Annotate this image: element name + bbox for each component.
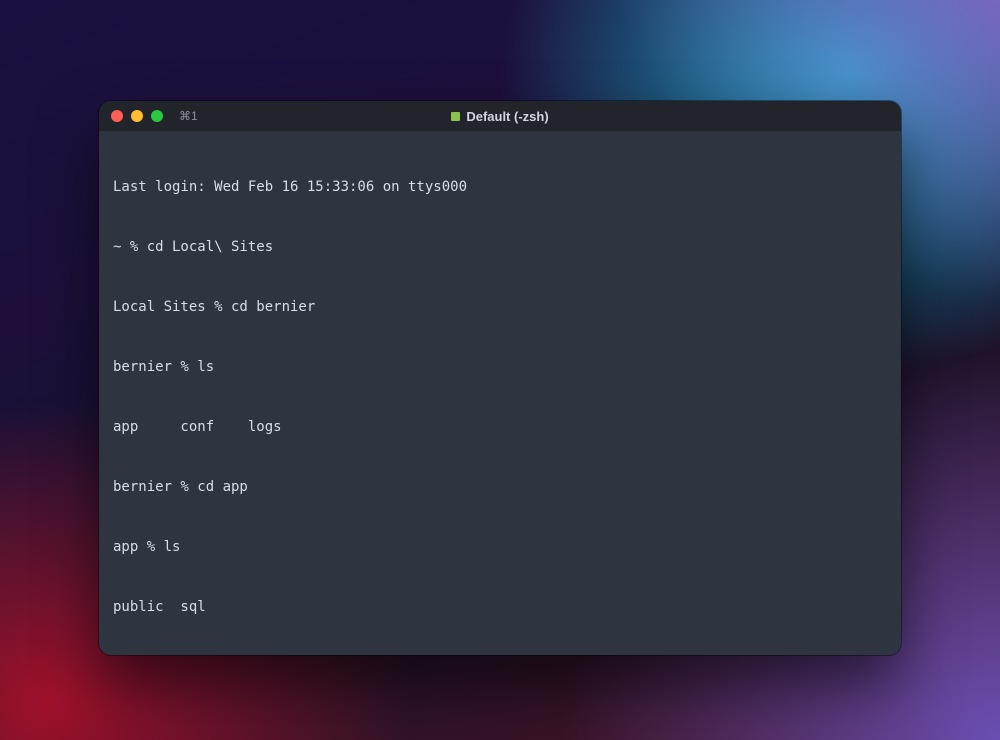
window-title-text: Default (-zsh): [466, 109, 548, 124]
term-line: app % ls: [113, 537, 887, 557]
close-icon[interactable]: [111, 110, 123, 122]
terminal-viewport[interactable]: Last login: Wed Feb 16 15:33:06 on ttys0…: [99, 131, 901, 655]
term-line: public sql: [113, 597, 887, 617]
term-line: bernier % cd app: [113, 477, 887, 497]
tab-indicator: ⌘1: [179, 109, 198, 123]
term-line: app conf logs: [113, 417, 887, 437]
terminal-window: ⌘1 Default (-zsh) Last login: Wed Feb 16…: [99, 101, 901, 655]
window-title: Default (-zsh): [99, 109, 901, 124]
minimize-icon[interactable]: [131, 110, 143, 122]
zoom-icon[interactable]: [151, 110, 163, 122]
term-line: ~ % cd Local\ Sites: [113, 237, 887, 257]
traffic-lights: [111, 110, 163, 122]
term-line: Local Sites % cd bernier: [113, 297, 887, 317]
session-active-icon: [451, 112, 460, 121]
term-line: bernier % ls: [113, 357, 887, 377]
last-login-line: Last login: Wed Feb 16 15:33:06 on ttys0…: [113, 177, 887, 197]
titlebar[interactable]: ⌘1 Default (-zsh): [99, 101, 901, 131]
